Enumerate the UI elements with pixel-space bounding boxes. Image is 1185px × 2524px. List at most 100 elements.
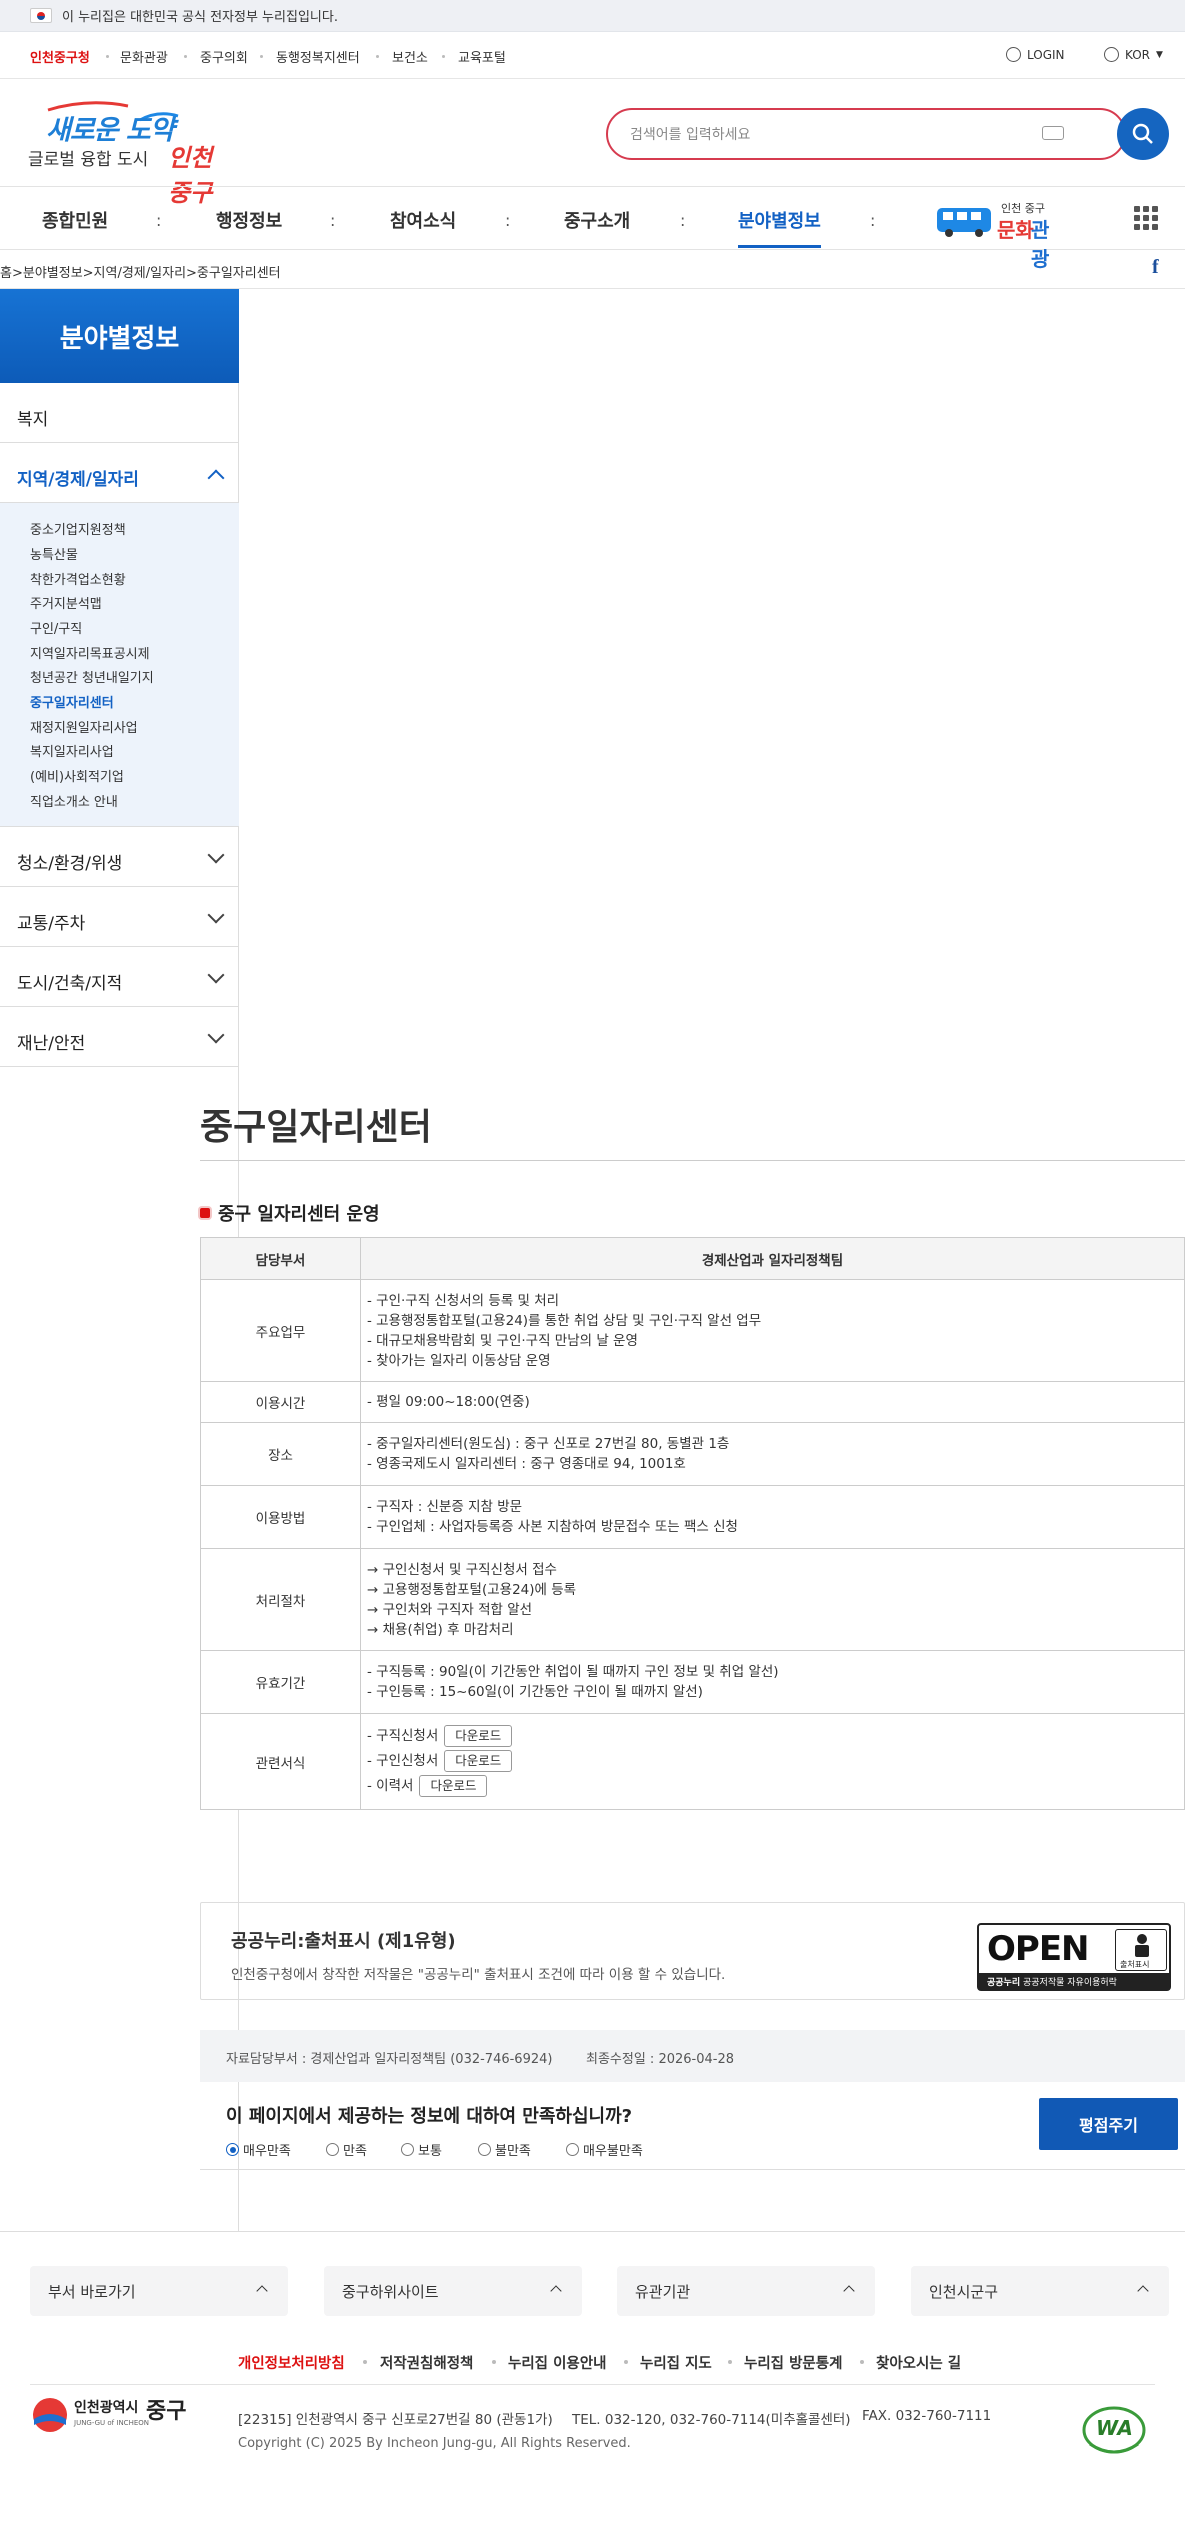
- survey-option-satisfied[interactable]: 만족: [326, 2140, 367, 2159]
- globe-icon: [1104, 47, 1119, 62]
- download-button[interactable]: 다운로드: [419, 1775, 488, 1797]
- row-label: 이용시간: [200, 1381, 361, 1423]
- footer-link-guide[interactable]: 누리집 이용안내: [508, 2352, 606, 2373]
- title-divider: [200, 1160, 1185, 1161]
- login-label: LOGIN: [1027, 47, 1065, 62]
- kogl-badge-small: 출처표시: [1120, 1960, 1150, 1969]
- footer-select-dept[interactable]: 부서 바로가기: [30, 2266, 288, 2316]
- gnb-item-about[interactable]: 중구소개: [564, 207, 630, 233]
- util-link-health[interactable]: 보건소: [392, 47, 428, 66]
- submenu-item[interactable]: 착한가격업소현황: [30, 569, 126, 588]
- separator: [260, 55, 263, 58]
- submenu-item[interactable]: 중소기업지원정책: [30, 519, 126, 538]
- submenu-item-active[interactable]: 중구일자리센터: [30, 692, 114, 711]
- form-item: - 이력서 다운로드: [367, 1774, 1178, 1799]
- util-link-dong[interactable]: 동행정복지센터: [276, 47, 360, 66]
- separator: [624, 2360, 628, 2364]
- facebook-share-icon[interactable]: f: [1152, 256, 1166, 280]
- search-placeholder: 검색어를 입력하세요: [630, 127, 751, 143]
- submenu-item[interactable]: (예비)사회적기업: [30, 766, 124, 785]
- tour-bus-icon: [937, 208, 991, 237]
- survey-option-very-dissatisfied[interactable]: 매우불만족: [566, 2140, 643, 2159]
- submenu-item[interactable]: 복지일자리사업: [30, 741, 114, 760]
- download-button[interactable]: 다운로드: [444, 1725, 513, 1747]
- row-line: → 구인처와 구직자 적합 알선: [367, 1601, 533, 1618]
- sidebar-item-welfare[interactable]: 복지: [0, 383, 239, 443]
- search-button[interactable]: [1117, 108, 1169, 160]
- row-content: - 평일 09:00~18:00(연중): [360, 1381, 1185, 1423]
- keyboard-icon[interactable]: [1042, 126, 1064, 140]
- sidebar-item-safety[interactable]: 재난/안전: [0, 1007, 239, 1067]
- submenu-item[interactable]: 주거지분석맵: [30, 593, 102, 612]
- sidebar-submenu: 중소기업지원정책 농특산물 착한가격업소현황 주거지분석맵 구인/구직 지역일자…: [0, 503, 239, 827]
- info-dept: 자료담당부서 : 경제산업과 일자리정책팀 (032-746-6924): [226, 2052, 553, 2067]
- sidebar-item-economy[interactable]: 지역/경제/일자리: [0, 443, 239, 503]
- page-title: 중구일자리센터: [200, 1107, 432, 1148]
- search-input[interactable]: 검색어를 입력하세요: [606, 108, 1126, 160]
- section-heading-text: 중구 일자리센터 운영: [218, 1204, 380, 1225]
- kogl-open-badge[interactable]: OPEN 출처표시 공공누리 공공저작물 자유이용허락: [977, 1923, 1171, 1991]
- submenu-item[interactable]: 재정지원일자리사업: [30, 717, 138, 736]
- footer-link-sitemap[interactable]: 누리집 지도: [640, 2352, 712, 2373]
- survey-option-dissatisfied[interactable]: 불만족: [478, 2140, 531, 2159]
- footer-select-subsites[interactable]: 중구하위사이트: [324, 2266, 582, 2316]
- site-logo[interactable]: 새로운 도약 글로벌 융합 도시 인천 중구: [28, 100, 238, 207]
- radio-icon: [401, 2143, 414, 2156]
- breadcrumb: 홈>분야별정보>지역/경제/일자리>중구일자리센터: [0, 251, 1185, 289]
- rate-button[interactable]: 평점주기: [1039, 2098, 1178, 2150]
- row-line: - 고용행정통합포털(고용24)를 통한 취업 상담 및 구인·구직 알선 업무: [367, 1312, 762, 1329]
- separator: [376, 55, 379, 58]
- kogl-open-text: OPEN: [987, 1929, 1090, 1969]
- sidebar-item-environment[interactable]: 청소/환경/위생: [0, 827, 239, 887]
- footer-select-incheon[interactable]: 인천시군구: [911, 2266, 1169, 2316]
- radio-icon: [226, 2143, 239, 2156]
- separator: [492, 2360, 496, 2364]
- util-link-culture[interactable]: 문화관광: [120, 47, 168, 66]
- chevron-up-icon: [1137, 2285, 1149, 2297]
- row-label: 유효기간: [200, 1650, 361, 1714]
- survey-option-neutral[interactable]: 보통: [401, 2140, 442, 2159]
- util-link-edu[interactable]: 교육포털: [458, 47, 506, 66]
- sidebar-item-traffic[interactable]: 교통/주차: [0, 887, 239, 947]
- sidebar-item-urban[interactable]: 도시/건축/지적: [0, 947, 239, 1007]
- table-header-row: 담당부서 경제산업과 일자리정책팀: [200, 1237, 1185, 1280]
- login-button[interactable]: LOGIN: [1006, 47, 1065, 62]
- gnb-item-civil[interactable]: 종합민원: [42, 207, 108, 233]
- logo-slogan-top: 새로운 도약: [46, 115, 175, 146]
- gnb-item-news[interactable]: 참여소식: [390, 207, 456, 233]
- download-button[interactable]: 다운로드: [444, 1750, 513, 1772]
- language-select[interactable]: KOR ▼: [1104, 47, 1163, 62]
- submenu-item[interactable]: 직업소개소 안내: [30, 791, 118, 810]
- page-info-bar: 자료담당부서 : 경제산업과 일자리정책팀 (032-746-6924) 최종수…: [200, 2030, 1185, 2082]
- junggu-emblem-icon: [33, 2398, 67, 2432]
- table-header: 경제산업과 일자리정책팀: [360, 1237, 1185, 1280]
- footer-select-related[interactable]: 유관기관: [617, 2266, 875, 2316]
- separator: :: [870, 211, 876, 230]
- option-label: 매우만족: [243, 2144, 291, 2159]
- row-line: → 구인신청서 및 구직신청서 접수: [367, 1561, 557, 1578]
- submenu-item[interactable]: 농특산물: [30, 544, 78, 563]
- row-line: - 평일 09:00~18:00(연중): [367, 1394, 530, 1410]
- footer-copyright: Copyright (C) 2025 By Incheon Jung-gu, A…: [238, 2436, 631, 2451]
- culture-tourism-banner[interactable]: 인천 중구 문화 관광: [935, 200, 1065, 271]
- radio-icon: [326, 2143, 339, 2156]
- gnb-item-field[interactable]: 분야별정보: [738, 207, 821, 248]
- row-label: 이용방법: [200, 1485, 361, 1549]
- login-icon: [1006, 47, 1021, 62]
- submenu-item[interactable]: 청년공간 청년내일기지: [30, 667, 154, 686]
- submenu-item[interactable]: 지역일자리목표공시제: [30, 643, 150, 662]
- util-link-council[interactable]: 중구의회: [200, 47, 248, 66]
- util-link-junggu[interactable]: 인천중구청: [30, 47, 90, 66]
- row-content: - 구직자 : 신분증 지참 방문 - 구인업체 : 사업자등록증 사본 지참하…: [360, 1485, 1185, 1549]
- gnb-item-admin[interactable]: 행정정보: [216, 207, 282, 233]
- submenu-item[interactable]: 구인/구직: [30, 618, 82, 637]
- survey-option-very-satisfied[interactable]: 매우만족: [226, 2140, 291, 2159]
- footer-link-stats[interactable]: 누리집 방문통계: [744, 2352, 842, 2373]
- breadcrumb-text[interactable]: 홈>분야별정보>지역/경제/일자리>중구일자리센터: [0, 266, 281, 281]
- all-menu-icon[interactable]: [1134, 206, 1158, 230]
- footer-link-directions[interactable]: 찾아오시는 길: [876, 2352, 961, 2373]
- footer-link-privacy[interactable]: 개인정보처리방침: [238, 2352, 345, 2373]
- separator: :: [156, 211, 162, 230]
- footer-link-copyright[interactable]: 저작권침해정책: [380, 2352, 473, 2373]
- table-row: 이용방법 - 구직자 : 신분증 지참 방문 - 구인업체 : 사업자등록증 사…: [200, 1485, 1185, 1549]
